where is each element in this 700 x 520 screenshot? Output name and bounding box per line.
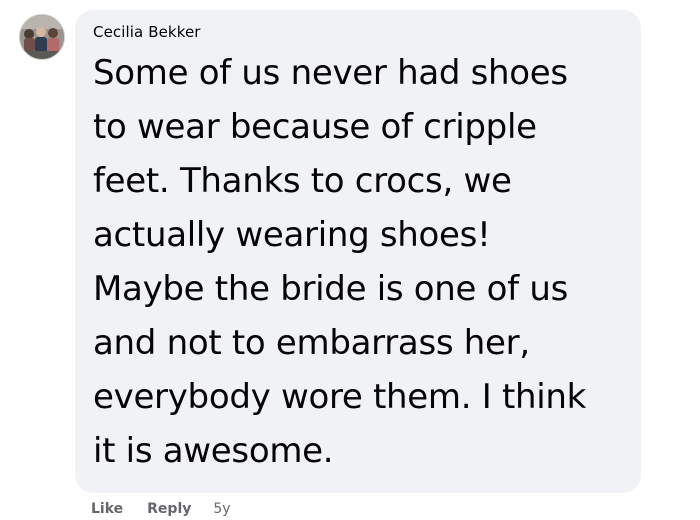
comment-line: it is awesome. xyxy=(93,431,334,471)
comment-line: actually wearing shoes! xyxy=(93,215,491,255)
comment-actions: Like Reply 5y xyxy=(91,499,231,519)
reply-button[interactable]: Reply xyxy=(147,501,191,517)
comment-line: Maybe the bride is one of us xyxy=(93,269,569,309)
comment-bubble: Cecilia Bekker Some of us never had shoe… xyxy=(75,10,641,493)
like-button[interactable]: Like xyxy=(91,501,123,517)
comment-line: and not to embarrass her, xyxy=(93,323,530,363)
comment-author[interactable]: Cecilia Bekker xyxy=(93,22,625,42)
comment-line: feet. Thanks to crocs, we xyxy=(93,161,512,201)
comment-line: Some of us never had shoes xyxy=(93,53,568,93)
comment-line: everybody wore them. I think xyxy=(93,377,587,417)
avatar[interactable] xyxy=(19,14,65,60)
comment-timestamp[interactable]: 5y xyxy=(213,501,230,517)
profile-photo xyxy=(20,15,64,59)
comment-text: Some of us never had shoes to wear becau… xyxy=(93,46,625,478)
comment-line: to wear because of cripple xyxy=(93,107,537,147)
